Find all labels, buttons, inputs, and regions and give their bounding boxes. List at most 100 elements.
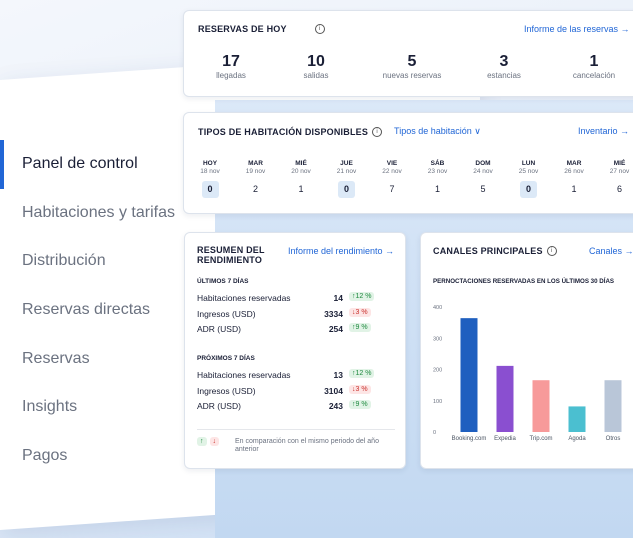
metric-label: Habitaciones reservadas — [197, 370, 291, 380]
day-column[interactable]: MIÉ 20 nov 1 — [281, 160, 321, 198]
metric-value: 13 — [333, 370, 343, 380]
x-tick-label: Trip.com — [529, 436, 552, 442]
performance-summary-title: RESUMEN DEL RENDIMIENTO — [197, 245, 265, 265]
metric-row: Habitaciones reservadas 13 ↑12 % — [197, 369, 395, 384]
sidebar-item-distribucion[interactable]: Distribución — [0, 237, 205, 286]
down-arrow-icon: ↓ — [209, 437, 219, 446]
up-arrow-icon: ↑ — [197, 437, 207, 446]
sidebar-item-panel-de-control[interactable]: Panel de control — [0, 140, 205, 189]
top-channels-card: CANALES PRINCIPALES i Canales → PERNOCTA… — [420, 232, 633, 469]
day-name: MIÉ — [295, 160, 307, 167]
available-count: 1 — [571, 184, 577, 194]
stat-value: 3 — [499, 53, 509, 70]
day-name: HOY — [202, 160, 218, 167]
y-tick-label: 100 — [433, 399, 442, 405]
stat-label: nuevas reservas — [382, 71, 442, 80]
sidebar-item-insights[interactable]: Insights — [0, 383, 205, 432]
metric-change-badge: ↓3 % — [349, 384, 371, 394]
stat-item: 1 cancelación — [549, 53, 633, 80]
day-date: 20 nov — [291, 168, 311, 175]
stat-value: 17 — [222, 53, 240, 70]
day-column[interactable]: JUE 21 nov 0 — [327, 160, 367, 198]
day-date: 26 nov — [564, 168, 584, 175]
bar[interactable] — [496, 365, 514, 432]
comparison-legend: ↑ ↓ — [197, 437, 219, 446]
sidebar-item-pagos[interactable]: Pagos — [0, 432, 205, 481]
info-icon[interactable]: i — [314, 24, 325, 34]
available-count: 0 — [201, 181, 219, 198]
day-name: MAR — [566, 160, 582, 167]
available-room-types-card: TIPOS DE HABITACIÓN DISPONIBLES i Tipos … — [183, 112, 633, 214]
metric-row: Habitaciones reservadas 14 ↑12 % — [197, 292, 395, 307]
metric-row: ADR (USD) 243 ↑9 % — [197, 400, 395, 415]
metric-row: Ingresos (USD) 3104 ↓3 % — [197, 384, 395, 400]
day-column[interactable]: VIE 22 nov 7 — [372, 160, 412, 198]
bar[interactable] — [532, 380, 550, 432]
reservations-report-link[interactable]: Informe de las reservas → — [524, 24, 630, 34]
y-tick-label: 200 — [433, 368, 442, 374]
metric-row: ADR (USD) 254 ↑9 % — [197, 323, 395, 338]
sidebar-nav: Panel de control Habitaciones y tarifas Di… — [0, 140, 205, 480]
channels-header: CANALES PRINCIPALES i — [433, 246, 557, 256]
stat-label: cancelación — [572, 71, 616, 80]
day-date: 22 nov — [382, 168, 402, 175]
metric-value: 3104 — [324, 385, 343, 396]
day-column[interactable]: MAR 19 nov 2 — [236, 160, 276, 198]
metric-change-badge: ↑9 % — [349, 400, 371, 409]
day-column[interactable]: MAR 26 nov 1 — [554, 160, 594, 198]
metric-change-badge: ↑9 % — [349, 323, 371, 332]
day-column[interactable]: HOY 18 nov 0 — [190, 160, 230, 198]
channels-link[interactable]: Canales → — [589, 246, 633, 256]
metric-value: 14 — [333, 293, 343, 303]
sidebar-item-reservas-directas[interactable]: Reservas directas — [0, 286, 205, 335]
info-icon[interactable]: i — [372, 126, 383, 137]
x-tick-label: Agoda — [568, 436, 586, 442]
stat-label: salidas — [303, 71, 329, 80]
x-tick-label: Booking.com — [452, 436, 487, 442]
day-column[interactable]: LUN 25 nov 0 — [509, 160, 549, 198]
stat-value: 5 — [407, 53, 417, 70]
todays-reservations-title: RESERVAS DE HOY — [198, 24, 287, 34]
stat-label: estancias — [487, 71, 521, 80]
day-column[interactable]: DOM 24 nov 5 — [463, 160, 503, 198]
metric-row: Ingresos (USD) 3334 ↓3 % — [197, 307, 395, 323]
stat-item: 3 estancias — [459, 53, 549, 80]
room-types-header: TIPOS DE HABITACIÓN DISPONIBLES i Tipos … — [198, 126, 481, 137]
performance-report-link[interactable]: Informe del rendimiento → — [288, 246, 394, 256]
available-count: 0 — [338, 181, 355, 198]
metric-change-badge: ↓3 % — [349, 307, 371, 317]
sidebar-item-reservas[interactable]: Reservas — [0, 334, 205, 383]
metric-value: 254 — [328, 324, 343, 334]
stat-item: 10 salidas — [271, 53, 361, 80]
metric-label: ADR (USD) — [197, 324, 241, 334]
y-tick-label: 0 — [433, 430, 436, 436]
sidebar-item-habitaciones-y-tarifas[interactable]: Habitaciones y tarifas — [0, 189, 205, 238]
available-count: 0 — [520, 181, 537, 198]
performance-summary-card: RESUMEN DEL RENDIMIENTO Informe del rend… — [184, 232, 406, 469]
comparison-footnote: En comparación con el mismo periodo del … — [235, 438, 379, 453]
room-types-filter-dropdown[interactable]: Tipos de habitación ∨ — [394, 126, 481, 137]
day-date: 21 nov — [336, 168, 357, 175]
bar[interactable] — [460, 318, 478, 432]
stat-label: llegadas — [216, 71, 246, 80]
metric-value: 3334 — [324, 308, 343, 319]
stat-value: 1 — [589, 53, 599, 70]
inventory-link[interactable]: Inventario → — [578, 126, 629, 136]
metric-label: Ingresos (USD) — [197, 308, 256, 319]
metric-label: Habitaciones reservadas — [197, 293, 291, 303]
last-7-days-label: ÚLTIMOS 7 DÍAS — [197, 278, 249, 285]
channels-title: CANALES PRINCIPALES — [433, 246, 543, 256]
info-icon[interactable]: i — [546, 246, 557, 256]
bar[interactable] — [604, 380, 622, 432]
day-date: 19 nov — [245, 168, 266, 175]
stat-item: 17 llegadas — [186, 53, 276, 80]
y-tick-label: 300 — [433, 336, 442, 342]
available-count: 1 — [298, 184, 304, 194]
metric-label: Ingresos (USD) — [197, 385, 256, 396]
next-7-days-label: PRÓXIMOS 7 DÍAS — [197, 355, 255, 362]
bar[interactable] — [568, 406, 586, 432]
day-name: JUE — [340, 160, 353, 167]
x-tick-label: Otros — [606, 436, 621, 442]
day-column[interactable]: SÁB 23 nov 1 — [418, 160, 458, 198]
day-column[interactable]: MIÉ 27 nov 6 — [600, 160, 633, 198]
